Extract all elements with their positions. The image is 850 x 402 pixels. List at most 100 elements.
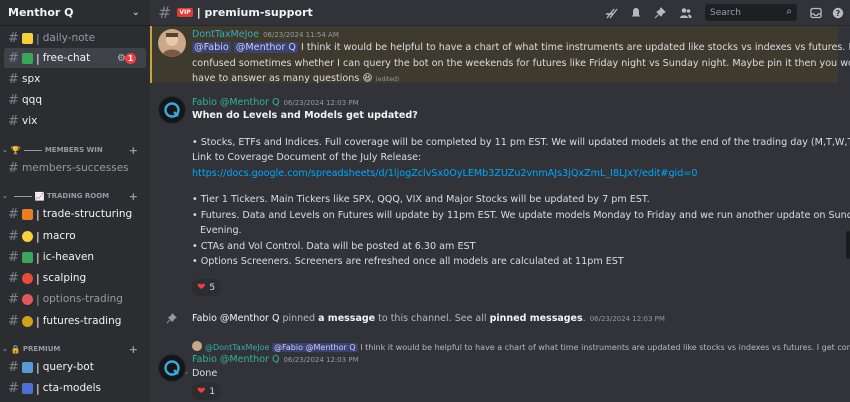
add-channel-icon[interactable]: +: [129, 343, 138, 356]
chevron-down-icon: ⌄: [2, 146, 8, 154]
channel-label: macro: [42, 230, 76, 242]
channel-macro[interactable]: # | macro: [4, 226, 146, 246]
avatar[interactable]: [158, 29, 186, 57]
coverage-document-link[interactable]: https://docs.google.com/spreadsheets/d/1…: [192, 166, 850, 182]
category-label: MEMBERS WIN: [44, 146, 103, 154]
vip-badge: VIP: [177, 8, 193, 17]
chevron-down-icon[interactable]: ⌄: [132, 7, 140, 18]
message-text: Link to Coverage Document of the July Re…: [192, 152, 422, 163]
channel-futures-trading[interactable]: # | futures-trading: [4, 311, 146, 331]
heart-reaction[interactable]: ❤ 5: [192, 279, 221, 296]
timestamp: 06/23/2024 11:54 AM: [263, 31, 339, 39]
mention: @Fabio @Menthor Q: [272, 343, 358, 352]
bar-chart-emoji-icon: [22, 382, 33, 394]
channel-ic-heaven[interactable]: # | ic-heaven: [4, 247, 146, 267]
category-trading-room[interactable]: ⌄ 📈 TRADING ROOM +: [2, 189, 146, 203]
lock-icon: 🔒: [10, 344, 21, 354]
message-body: When do Levels and Models get updated? •…: [192, 108, 850, 270]
channel-qqq[interactable]: # qqq: [4, 90, 146, 110]
channel-sidebar: Menthor Q ⌄ # | daily-note # | free-chat…: [0, 0, 150, 402]
add-channel-icon[interactable]: +: [129, 144, 138, 157]
channel-free-chat[interactable]: # | free-chat ⚙ 1: [4, 48, 146, 68]
pin-icon[interactable]: [653, 6, 667, 20]
server-header[interactable]: Menthor Q ⌄: [0, 0, 150, 26]
chevron-down-icon: ⌄: [2, 345, 8, 353]
channel-scalping[interactable]: # | scalping: [4, 268, 146, 288]
bullet-item: • Options Screeners. Screeners are refre…: [192, 256, 624, 267]
reaction-count: 1: [209, 386, 216, 397]
hash-icon: #: [8, 313, 19, 329]
channel-label: vix: [22, 115, 38, 127]
hash-icon: #: [8, 160, 19, 176]
channel-options-trading[interactable]: # | options-trading: [4, 289, 146, 309]
members-icon[interactable]: [678, 6, 692, 20]
hash-icon: #: [8, 30, 19, 46]
channel-label: trade-structuring: [42, 208, 133, 220]
message-text: Evening.: [200, 225, 242, 236]
message-author-row: DontTaxMeJoe 06/23/2024 11:54 AM: [192, 29, 339, 40]
search-placeholder: Search: [710, 7, 741, 18]
heart-reaction[interactable]: ❤ 1: [192, 383, 221, 400]
timestamp: 06/23/2024 12:03 PM: [589, 315, 665, 323]
channel-query-bot[interactable]: # | query-bot: [4, 357, 146, 377]
username[interactable]: Fabio @Menthor Q: [192, 313, 279, 324]
channel-label: members-successes: [22, 162, 129, 174]
rocket-emoji-icon: [22, 208, 33, 220]
search-icon: ⌕: [786, 6, 792, 17]
pinned-message-link[interactable]: a message: [318, 313, 375, 324]
threads-icon[interactable]: [604, 6, 618, 20]
channel-vix[interactable]: # vix: [4, 111, 146, 131]
message-list: DontTaxMeJoe 06/23/2024 11:54 AM @Fabio @…: [150, 26, 850, 402]
channel-label: qqq: [22, 94, 42, 106]
hash-icon: #: [8, 71, 19, 87]
message-body: Done: [192, 366, 217, 382]
help-icon[interactable]: ?: [831, 6, 845, 20]
hash-icon: #: [8, 92, 19, 108]
hash-icon: #: [8, 249, 19, 265]
channel-spx[interactable]: # spx: [4, 69, 146, 89]
bullet-item: • Futures. Data and Levels on Futures wi…: [192, 209, 850, 221]
bell-icon[interactable]: [629, 6, 643, 20]
add-channel-icon[interactable]: +: [129, 190, 138, 203]
hash-icon: #: [8, 291, 19, 307]
system-text: .: [582, 313, 586, 324]
channel-label: free-chat: [42, 52, 91, 64]
category-premium[interactable]: ⌄ 🔒 PREMIUM +: [2, 342, 146, 356]
timestamp: 06/23/2024 12:03 PM: [283, 356, 359, 364]
hash-icon: #: [8, 380, 19, 396]
avatar[interactable]: [158, 354, 186, 382]
username[interactable]: Fabio @Menthor Q: [192, 354, 279, 365]
channel-title: | premium-support: [196, 6, 313, 19]
reaction-count: 5: [209, 282, 216, 293]
edited-label: (edited): [375, 76, 400, 83]
channel-label: spx: [22, 73, 41, 85]
hash-icon: #: [158, 3, 172, 22]
category-members-win[interactable]: ⌄ 🏆 MEMBERS WIN +: [2, 143, 146, 157]
message-text: have to answer as many questions: [192, 73, 360, 84]
laughing-emoji-icon: 😆: [362, 73, 373, 84]
pinned-messages-link[interactable]: pinned messages: [490, 313, 583, 324]
channel-label: futures-trading: [42, 315, 122, 327]
inbox-icon[interactable]: [809, 6, 823, 20]
search-input[interactable]: Search ⌕: [705, 4, 797, 21]
hash-icon: #: [8, 270, 19, 286]
chart-icon: 📈: [34, 191, 45, 201]
reply-author: @DontTaxMeJoe: [205, 343, 270, 352]
note-emoji-icon: [22, 32, 33, 44]
green-square-emoji-icon: [22, 52, 33, 64]
reply-preview[interactable]: @DontTaxMeJoe @Fabio @Menthor Q I think …: [192, 341, 850, 352]
scrollbar[interactable]: [846, 231, 850, 259]
channel-label: scalping: [42, 272, 87, 284]
username[interactable]: Fabio @Menthor Q: [192, 97, 279, 108]
channel-daily-note[interactable]: # | daily-note: [4, 28, 146, 48]
mention[interactable]: @Menthor Q: [233, 42, 298, 53]
username[interactable]: DontTaxMeJoe: [192, 29, 259, 40]
hash-icon: #: [8, 228, 19, 244]
channel-cta-models[interactable]: # | cta-models: [4, 378, 146, 398]
channel-trade-structuring[interactable]: # | trade-structuring: [4, 204, 146, 224]
unread-badge: 1: [125, 52, 136, 64]
mention[interactable]: @Fabio: [192, 42, 231, 53]
channel-members-successes[interactable]: # members-successes: [4, 158, 146, 178]
message-text: confused sometimes whether I can query t…: [192, 57, 850, 69]
avatar[interactable]: [158, 96, 186, 124]
